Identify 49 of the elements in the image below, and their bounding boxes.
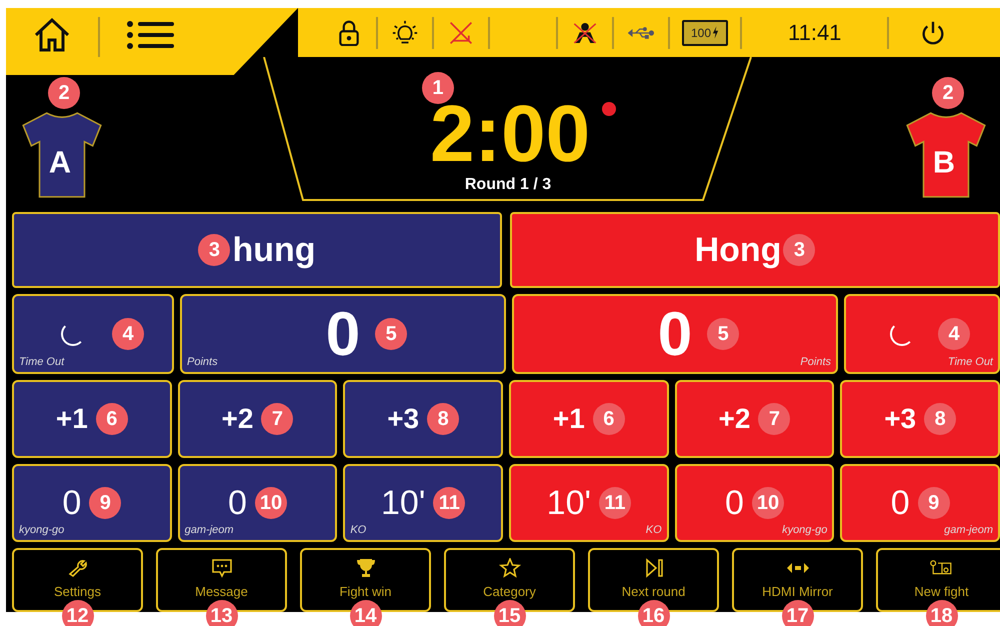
callout-badge: 5 <box>707 318 740 350</box>
callout-badge: 10 <box>752 487 784 519</box>
score-button[interactable]: +3 8 <box>840 380 1000 458</box>
callout-badge: 11 <box>598 487 631 519</box>
callout-badge: 3 <box>198 234 230 266</box>
player-name[interactable]: Hong 3 <box>510 212 1000 288</box>
callout-badge: 4 <box>938 318 970 350</box>
callout-badge: 6 <box>96 403 128 435</box>
callout-badge: 3 <box>783 234 816 266</box>
callout-badge: 7 <box>758 403 790 435</box>
callout-badge: 8 <box>427 403 460 435</box>
crossed-out-icon[interactable] <box>448 20 474 46</box>
penalty-counter[interactable]: KO 10' 11 <box>343 464 503 542</box>
callout-badge: 6 <box>592 403 625 435</box>
penalty-counter[interactable]: 0 9 gam-jeom <box>840 464 1000 542</box>
battery-indicator: 100 <box>682 20 728 46</box>
callout-badge: 10 <box>254 487 287 519</box>
penalty-counter[interactable]: 10' 11 KO <box>509 464 669 542</box>
callout-badge: 4 <box>112 318 144 350</box>
penalty-counter[interactable]: kyong-go 0 9 <box>12 464 172 542</box>
callout-badge: 5 <box>375 318 408 350</box>
star-icon <box>498 558 522 578</box>
callout-badge: 2 <box>932 77 964 109</box>
score-button[interactable]: +1 6 <box>509 380 669 458</box>
menu-icon[interactable] <box>126 19 176 51</box>
score-button[interactable]: +3 8 <box>343 380 503 458</box>
penalty-counter[interactable]: gam-jeom 0 10 <box>178 464 338 542</box>
score-button[interactable]: +2 7 <box>178 380 338 458</box>
round-label: Round 1 / 3 <box>464 176 552 194</box>
home-icon[interactable] <box>32 17 72 53</box>
callout-badge: 1 <box>422 72 454 104</box>
callout-badge: 2 <box>48 77 80 109</box>
score-button[interactable]: +1 6 <box>12 380 172 458</box>
timeout-button[interactable]: Time Out 4 <box>12 294 174 374</box>
penalty-counter[interactable]: 0 10 kyong-go <box>674 464 834 542</box>
points-display[interactable]: 0 Points 5 <box>512 294 838 374</box>
callout-badge: 9 <box>89 487 122 519</box>
points-display[interactable]: Points 0 5 <box>180 294 506 374</box>
recording-dot-icon <box>602 102 616 116</box>
charging-icon <box>712 26 720 39</box>
callout-badge: 8 <box>924 403 956 435</box>
light-bulb-icon[interactable] <box>392 20 418 46</box>
clock: 11:41 <box>788 20 842 46</box>
callout-badge: 11 <box>433 487 466 519</box>
callout-badge: 7 <box>261 403 294 435</box>
player-name[interactable]: 3 hung <box>12 212 502 288</box>
callout-badge: 9 <box>918 487 950 519</box>
score-button[interactable]: +2 7 <box>674 380 834 458</box>
chat-icon <box>210 558 234 578</box>
